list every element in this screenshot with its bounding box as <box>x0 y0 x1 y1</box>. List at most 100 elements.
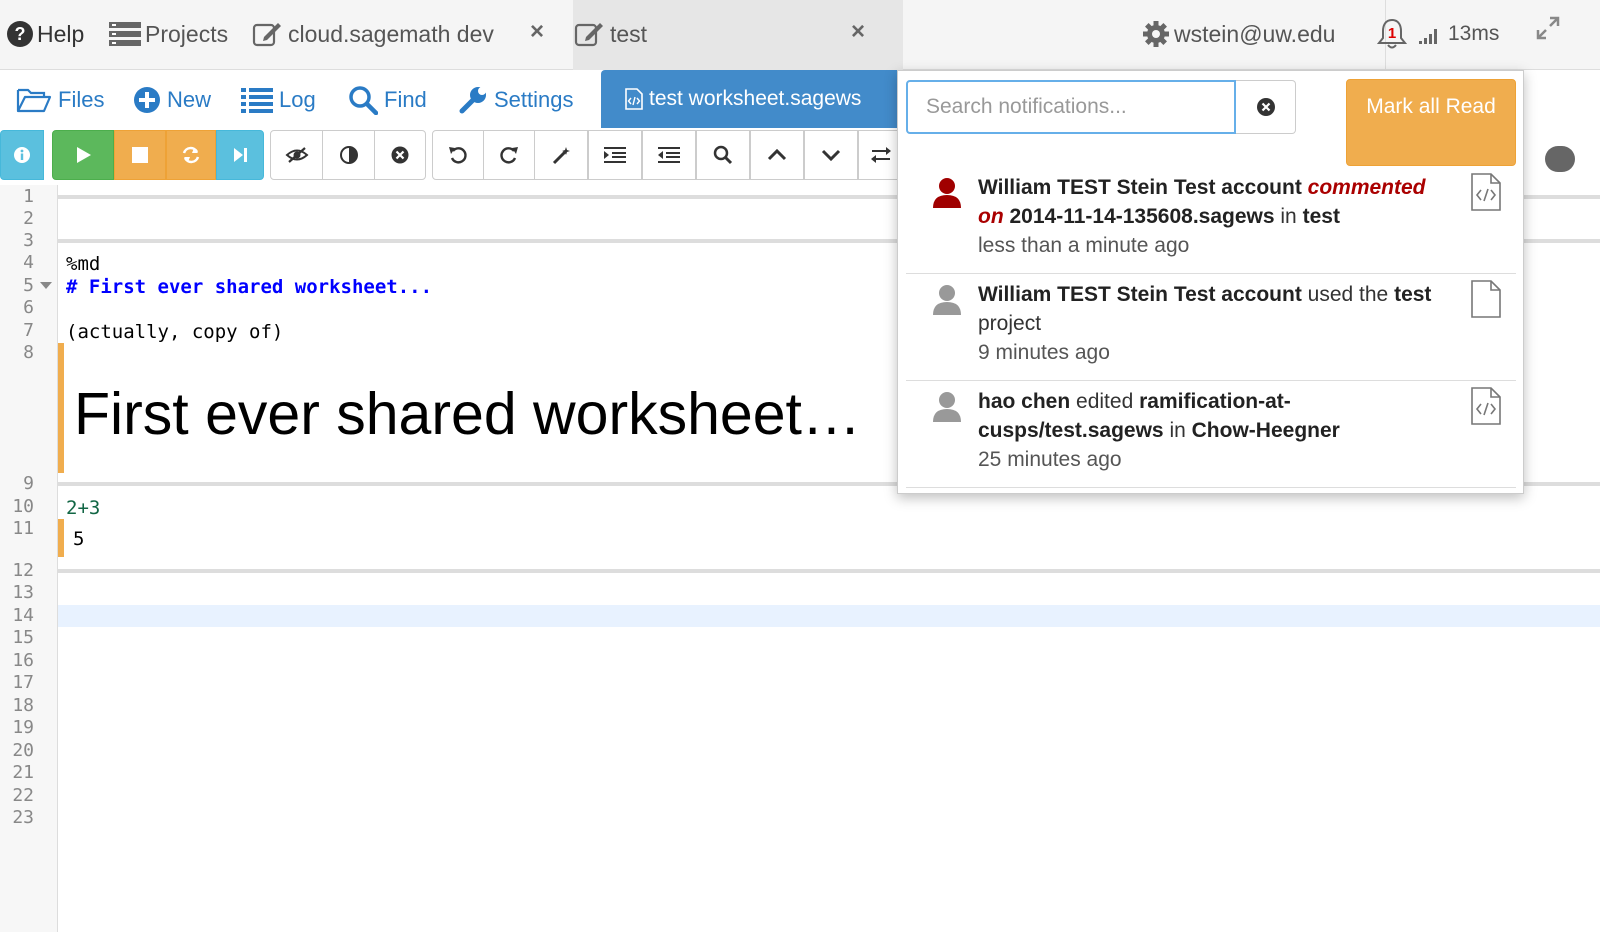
code-line[interactable]: %md <box>66 253 100 275</box>
notifications-button[interactable]: 1 <box>1375 14 1409 54</box>
notification-user: hao chen <box>978 390 1071 413</box>
chevron-down-icon <box>821 149 841 162</box>
notification-project[interactable]: Chow-Heegner <box>1192 419 1340 442</box>
line-number: 23 <box>12 807 34 828</box>
notification-in: in <box>1280 205 1297 228</box>
times-circle-icon <box>1256 98 1275 116</box>
notification-search-input[interactable] <box>906 80 1236 134</box>
notification-user: William TEST Stein Test account <box>978 283 1302 306</box>
line-number: 5 <box>23 275 34 296</box>
eye-slash-icon <box>285 147 308 163</box>
step-forward-button[interactable] <box>216 130 264 180</box>
notification-item[interactable]: William TEST Stein Test account used the… <box>906 274 1516 381</box>
line-number: 13 <box>12 582 34 603</box>
outdent-icon <box>658 147 680 163</box>
notification-item[interactable]: hao chen edited ramification-at-cusps/te… <box>906 381 1516 488</box>
search-button[interactable] <box>696 130 750 180</box>
notification-time: 25 minutes ago <box>978 448 1122 471</box>
files-link[interactable]: Files <box>16 84 104 116</box>
help-label: Help <box>37 20 85 47</box>
notification-in: in <box>1169 419 1186 442</box>
close-tab-icon[interactable]: × <box>851 18 865 46</box>
active-file-name: test worksheet.sagews <box>649 87 862 110</box>
files-label: Files <box>58 87 105 112</box>
notification-target[interactable]: test <box>1394 283 1431 306</box>
delete-output-button[interactable] <box>374 130 426 180</box>
tab-active-file[interactable]: test worksheet.sagews <box>601 70 913 128</box>
code-line[interactable]: (actually, copy of) <box>66 321 283 343</box>
file-code-icon <box>625 88 643 110</box>
file-code-icon <box>1471 387 1501 425</box>
line-number-gutter: 1 2 3 4 5 6 7 8 9 10 11 12 13 14 15 16 1… <box>0 185 58 932</box>
move-down-button[interactable] <box>804 130 858 180</box>
times-circle-icon <box>391 146 409 164</box>
line-number: 9 <box>23 473 34 494</box>
account-email: wstein@uw.edu <box>1174 20 1336 47</box>
info-button[interactable] <box>0 130 44 180</box>
redo-icon <box>500 147 518 164</box>
stop-button[interactable] <box>114 130 166 180</box>
user-icon <box>933 178 961 208</box>
notification-user: William TEST Stein Test account <box>978 176 1302 199</box>
clear-search-button[interactable] <box>1236 80 1296 134</box>
notification-text: William TEST Stein Test account used the… <box>978 280 1448 367</box>
file-icon <box>1471 280 1501 318</box>
new-label: New <box>167 87 212 112</box>
split-view-button[interactable] <box>858 130 902 180</box>
info-icon <box>14 147 30 163</box>
line-number: 3 <box>23 230 34 251</box>
line-number: 20 <box>12 740 34 761</box>
move-up-button[interactable] <box>750 130 804 180</box>
redo-button[interactable] <box>483 130 535 180</box>
find-link[interactable]: Find <box>348 84 427 116</box>
restart-button[interactable] <box>166 130 216 180</box>
line-number: 17 <box>12 672 34 693</box>
tab-cloud-sagemath-dev[interactable]: cloud.sagemath dev <box>252 14 494 54</box>
play-icon <box>77 147 91 163</box>
search-icon <box>713 145 733 165</box>
code-line[interactable]: # First ever shared worksheet... <box>66 276 432 298</box>
fold-arrow-icon[interactable] <box>40 282 52 289</box>
magic-icon <box>552 147 570 165</box>
outdent-button[interactable] <box>642 130 696 180</box>
ping-value: 13ms <box>1448 22 1500 45</box>
indent-button[interactable] <box>588 130 642 180</box>
mark-all-read-button[interactable]: Mark all Read <box>1346 79 1516 166</box>
undo-button[interactable] <box>432 130 484 180</box>
toggle-contrast-button[interactable] <box>322 130 375 180</box>
close-tab-icon[interactable]: × <box>530 18 544 46</box>
notification-action: edited <box>1076 390 1134 413</box>
tab-test-title[interactable]: test <box>574 14 647 54</box>
notification-item[interactable]: William TEST Stein Test account commente… <box>906 167 1516 274</box>
account-link[interactable]: wstein@uw.edu <box>1142 14 1335 54</box>
bell-icon: 1 <box>1376 18 1408 49</box>
line-number: 16 <box>12 650 34 671</box>
cell-output: 5 <box>73 528 85 550</box>
code-line[interactable]: 2+3 <box>66 497 100 519</box>
line-number: 1 <box>23 186 34 207</box>
line-number: 21 <box>12 762 34 783</box>
line-number: 19 <box>12 717 34 738</box>
line-number: 7 <box>23 320 34 341</box>
notification-text: William TEST Stein Test account commente… <box>978 173 1448 260</box>
toolbar-toggle[interactable] <box>1545 146 1575 172</box>
fullscreen-button[interactable] <box>1535 8 1561 48</box>
undo-icon <box>449 147 467 164</box>
active-line-highlight[interactable] <box>58 605 1600 627</box>
projects-link[interactable]: Projects <box>108 14 228 54</box>
toggle-hide-button[interactable] <box>270 130 323 180</box>
notification-project[interactable]: test <box>1303 205 1340 228</box>
line-number: 6 <box>23 297 34 318</box>
line-number: 4 <box>23 252 34 273</box>
cell-separator[interactable] <box>58 569 1600 573</box>
log-link[interactable]: Log <box>241 84 316 116</box>
help-link[interactable]: ? Help <box>6 14 84 54</box>
notification-target[interactable]: 2014-11-14-135608.sagews <box>1010 205 1275 228</box>
format-button[interactable] <box>534 130 588 180</box>
line-number: 22 <box>12 785 34 806</box>
settings-link[interactable]: Settings <box>458 84 574 116</box>
run-button[interactable] <box>52 130 114 180</box>
line-number: 10 <box>12 496 34 517</box>
line-number: 14 <box>12 605 34 626</box>
new-link[interactable]: New <box>133 84 211 116</box>
